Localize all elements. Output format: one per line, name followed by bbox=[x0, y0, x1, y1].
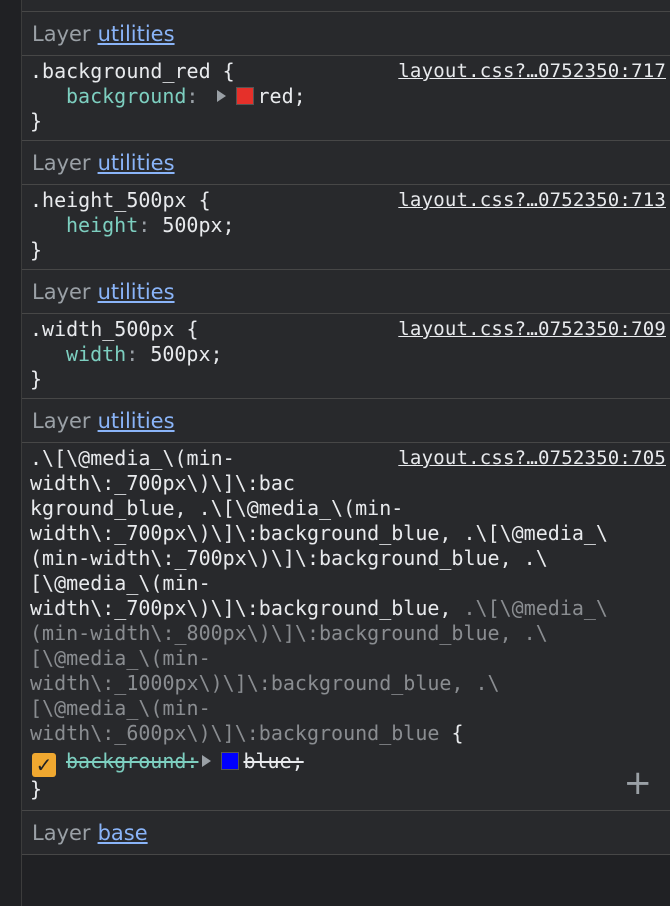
layer-link[interactable]: base bbox=[98, 821, 148, 845]
layer-header: Layer base bbox=[22, 811, 670, 855]
selector-line: [\@media_\(min- bbox=[30, 571, 211, 595]
source-link[interactable]: layout.css?…0752350:713 bbox=[398, 188, 666, 213]
selector-text-unmatched: .\[\@media_\ bbox=[463, 596, 608, 620]
sidebar-gutter bbox=[0, 0, 22, 906]
selector-line: width\:_700px\)\]\:bac bbox=[30, 471, 295, 495]
colon: : bbox=[186, 749, 199, 773]
pane-top-edge bbox=[22, 0, 670, 12]
layer-label: Layer bbox=[32, 820, 91, 845]
selector-line-unmatched: [\@media_\(min- bbox=[30, 696, 211, 720]
layer-link[interactable]: utilities bbox=[98, 151, 175, 175]
expand-triangle-icon[interactable] bbox=[216, 90, 226, 102]
close-brace: } bbox=[30, 777, 43, 801]
layer-label: Layer bbox=[32, 408, 91, 433]
selector-line-unmatched: width\:_1000px\)\]\:background_blue, .\ bbox=[30, 671, 500, 695]
layer-label: Layer bbox=[32, 21, 91, 46]
source-link[interactable]: layout.css?…0752350:705 bbox=[398, 446, 666, 471]
selector-text-unmatched: width\:_600px\)\]\:background_blue bbox=[30, 721, 452, 745]
style-rule: layout.css?…0752350:713 .height_500px { … bbox=[22, 185, 670, 270]
style-rule: layout.css?…0752350:705 .\[\@media_\(min… bbox=[22, 443, 670, 811]
selector-line: width\:_700px\)\]\:background_blue, .\[\… bbox=[30, 596, 670, 621]
selector-line: (min-width\:_700px\)\]\:background_blue,… bbox=[30, 546, 548, 570]
colon: : bbox=[186, 84, 199, 108]
declaration: background: red; bbox=[30, 84, 670, 109]
declaration: ✓ background: blue; bbox=[30, 749, 670, 777]
layer-label: Layer bbox=[32, 279, 91, 304]
property-name[interactable]: background bbox=[66, 84, 186, 108]
property-name[interactable]: height bbox=[66, 213, 138, 237]
layer-header: Layer utilities bbox=[22, 12, 670, 56]
layer-label: Layer bbox=[32, 150, 91, 175]
property-value[interactable]: 500px; bbox=[162, 213, 234, 237]
add-declaration-icon[interactable]: + bbox=[624, 766, 653, 800]
declaration-checkbox[interactable]: ✓ bbox=[32, 753, 56, 777]
selector-line: kground_blue, .\[\@media_\(min- bbox=[30, 496, 404, 520]
selector-line-unmatched: (min-width\:_800px\)\]\:background_blue,… bbox=[30, 621, 548, 645]
layer-link[interactable]: utilities bbox=[98, 280, 175, 304]
property-name[interactable]: width bbox=[66, 342, 126, 366]
property-value[interactable]: 500px; bbox=[150, 342, 222, 366]
layer-header: Layer utilities bbox=[22, 141, 670, 185]
open-brace: { bbox=[451, 721, 464, 745]
layer-header: Layer utilities bbox=[22, 270, 670, 314]
colon: : bbox=[138, 213, 151, 237]
layer-link[interactable]: utilities bbox=[98, 409, 175, 433]
styles-pane: Layer utilities layout.css?…0752350:717 … bbox=[22, 0, 670, 906]
color-swatch[interactable] bbox=[235, 87, 254, 105]
close-brace: } bbox=[30, 367, 43, 391]
expand-triangle-icon[interactable] bbox=[202, 755, 212, 767]
style-rule: layout.css?…0752350:717 .background_red … bbox=[22, 56, 670, 141]
close-brace: } bbox=[30, 109, 43, 133]
property-value[interactable]: blue; bbox=[243, 749, 303, 773]
declaration: width: 500px; bbox=[30, 342, 670, 367]
color-swatch[interactable] bbox=[221, 752, 240, 770]
selector-line: width\:_600px\)\]\:background_blue { bbox=[30, 721, 670, 746]
rule-selector[interactable]: .\[\@media_\(min- width\:_700px\)\]\:bac… bbox=[30, 446, 670, 746]
close-brace: } bbox=[30, 238, 43, 262]
colon: : bbox=[126, 342, 139, 366]
declaration: height: 500px; bbox=[30, 213, 670, 238]
source-link[interactable]: layout.css?…0752350:717 bbox=[398, 59, 666, 84]
selector-line-unmatched: [\@media_\(min- bbox=[30, 646, 211, 670]
style-rule: layout.css?…0752350:709 .width_500px { w… bbox=[22, 314, 670, 399]
property-value[interactable]: red; bbox=[258, 84, 306, 108]
selector-line: width\:_700px\)\]\:background_blue, .\[\… bbox=[30, 521, 608, 545]
selector-text: width\:_700px\)\]\:background_blue, bbox=[30, 596, 464, 620]
source-link[interactable]: layout.css?…0752350:709 bbox=[398, 317, 666, 342]
layer-header: Layer utilities bbox=[22, 399, 670, 443]
layer-link[interactable]: utilities bbox=[98, 22, 175, 46]
property-name[interactable]: background bbox=[66, 749, 186, 773]
